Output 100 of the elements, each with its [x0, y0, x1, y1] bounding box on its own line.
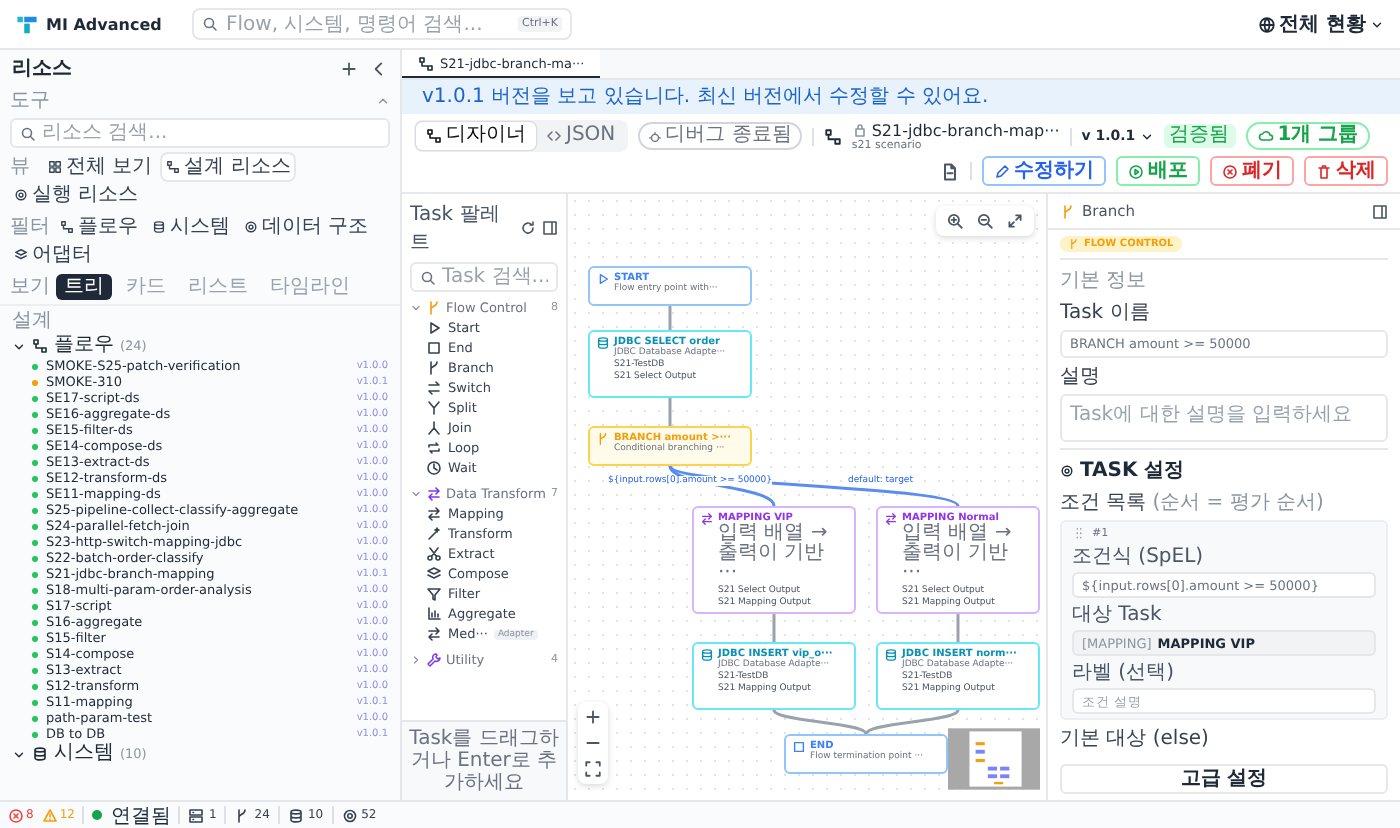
chevron-icon	[1370, 17, 1384, 31]
plus-icon[interactable]	[584, 708, 602, 726]
field-label: Task 이름	[1060, 300, 1152, 326]
field-label: 기본 대상 (else)	[1060, 726, 1211, 752]
lock-icon	[851, 122, 868, 138]
action-button[interactable]: 삭제	[1304, 156, 1388, 186]
sidebar-title: 리소스	[12, 56, 72, 82]
palette-hint: Task를 드래그하거나 Enter로 추가하세요	[402, 720, 566, 800]
debug-status: 디버그 종료됨	[637, 122, 802, 150]
scope-chip[interactable]: 설계 리소스	[162, 153, 295, 179]
branch-icon	[596, 432, 610, 446]
row-label: 필터	[10, 214, 50, 240]
refresh-icon[interactable]	[520, 220, 536, 236]
scope-chip[interactable]: 실행 리소스	[10, 182, 143, 208]
view-tab[interactable]: 트리	[56, 273, 112, 299]
connector-line	[956, 614, 960, 642]
swap-icon	[426, 380, 442, 396]
play-icon	[426, 320, 442, 336]
folder-label[interactable]: 시스템	[54, 742, 114, 766]
nodes-icon	[32, 338, 48, 354]
play-icon	[596, 272, 610, 286]
expand-icon[interactable]	[1006, 212, 1024, 230]
grid-icon	[48, 159, 62, 173]
workspace-button[interactable]: 전체 현황	[1257, 10, 1384, 38]
version-banner: v1.0.1 버전을 보고 있습니다. 최신 버전에서 수정할 수 있어요.	[402, 80, 1400, 114]
field-hint: (순서 = 평가 순서)	[1152, 490, 1324, 516]
filter-chip[interactable]: 데이터 구조	[240, 213, 373, 239]
zoom-out-icon[interactable]	[976, 212, 994, 230]
layers-icon	[426, 566, 442, 582]
layers-icon	[14, 248, 28, 262]
chevron-icon[interactable]	[12, 747, 26, 761]
nodes-icon	[426, 128, 442, 144]
palette-title: Task 팔레트	[410, 202, 502, 256]
nodes-icon	[823, 127, 842, 145]
mode-tab[interactable]: 디자이너	[416, 122, 536, 150]
chevron-icon[interactable]	[12, 339, 26, 353]
connection-status: 연결됨	[110, 803, 171, 828]
branch-icon	[1068, 238, 1080, 250]
drag-handle-icon[interactable]	[1072, 526, 1086, 540]
filter-chip[interactable]: 시스템	[148, 213, 234, 239]
database-icon	[32, 746, 48, 762]
filter-chip[interactable]: 어댑터	[10, 242, 96, 268]
folder-label[interactable]: 플로우	[54, 334, 114, 358]
panel-icon[interactable]	[542, 220, 558, 236]
join-icon	[426, 420, 442, 436]
section-label: TASK 설정	[1080, 458, 1185, 484]
description-field[interactable]: Task에 대한 설명을 입력하세요	[1060, 394, 1388, 442]
wand-icon	[426, 526, 442, 542]
collapse-icon[interactable]	[370, 59, 388, 77]
scissors-icon	[426, 546, 442, 562]
arrows-icon	[884, 512, 898, 526]
file-icon[interactable]	[940, 161, 960, 181]
nodes-icon	[60, 219, 74, 233]
app-name: MI Advanced	[46, 15, 162, 33]
split-icon	[426, 400, 442, 416]
row-label: 보기	[10, 274, 50, 300]
mode-tab[interactable]: JSON	[536, 122, 626, 150]
nodes-icon	[418, 55, 434, 71]
fit-view-icon[interactable]	[584, 760, 602, 778]
loop-icon	[426, 440, 442, 456]
database-icon	[152, 219, 166, 233]
arrows-icon	[700, 512, 714, 526]
field-label: 라벨 (선택)	[1072, 660, 1176, 686]
database-icon	[596, 336, 610, 350]
branch-icon	[234, 807, 251, 823]
filter-chip[interactable]: 플로우	[56, 213, 142, 239]
arrows-icon	[426, 486, 442, 502]
node-subtitle: 입력 배열 → 출력이 기반 ···	[902, 524, 1014, 584]
search-icon	[202, 16, 218, 32]
advanced-settings-button[interactable]: 고급 설정	[1060, 764, 1388, 794]
search-input[interactable]: Flow, 시스템, 명령어 검색...	[226, 13, 510, 35]
branch-icon	[1060, 203, 1076, 219]
error-icon	[8, 807, 24, 823]
node-subtitle: 입력 배열 → 출력이 기반 ···	[718, 524, 830, 584]
connector-line	[668, 306, 672, 330]
square-icon	[426, 340, 442, 356]
search-field[interactable]: 리소스 검색...	[10, 118, 390, 148]
search-icon	[20, 125, 36, 141]
panel-icon[interactable]	[1372, 203, 1388, 219]
flow-title: S21-jdbc-branch-map···	[871, 121, 1060, 139]
trash-icon	[1316, 163, 1332, 179]
chevron-icon	[1139, 129, 1154, 143]
scope-chip[interactable]: 전체 보기	[44, 153, 157, 179]
action-button[interactable]: 폐기	[1210, 156, 1294, 186]
section-label: 기본 정보	[1060, 268, 1149, 294]
plus-icon[interactable]	[340, 59, 358, 77]
minimap-drawing	[948, 728, 1040, 790]
database-icon	[287, 807, 304, 823]
search-field[interactable]: Task 검색...	[410, 262, 558, 292]
search-input[interactable]: Task 검색...	[442, 266, 548, 288]
search-input[interactable]: 리소스 검색...	[42, 122, 380, 144]
branch-icon	[426, 360, 442, 376]
warning-icon	[41, 807, 58, 823]
wrench-icon	[426, 652, 442, 668]
action-button[interactable]: 수정하기	[982, 156, 1106, 186]
arrows-icon	[426, 626, 442, 642]
code-icon	[546, 128, 562, 144]
zoom-in-icon[interactable]	[946, 212, 964, 230]
branch-icon	[426, 300, 442, 316]
field-label: 조건 목록	[1060, 490, 1147, 516]
